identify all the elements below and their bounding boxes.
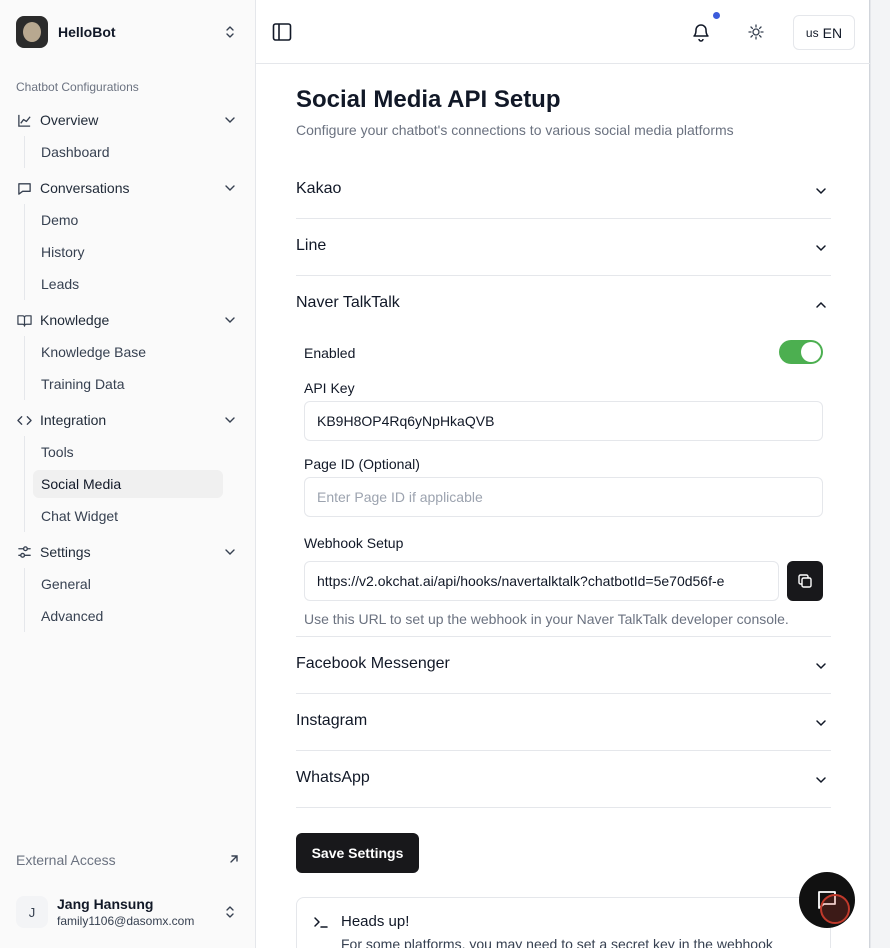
language-selector[interactable]: us EN (793, 15, 855, 50)
nav-group-overview[interactable]: Overview (16, 108, 240, 132)
nav-group-settings[interactable]: Settings (16, 540, 240, 564)
webhook-label: Webhook Setup (304, 535, 404, 551)
chevron-down-icon (225, 549, 235, 555)
nav-group-knowledge[interactable]: Knowledge (16, 308, 240, 332)
bell-icon[interactable] (692, 22, 710, 42)
terminal-icon (314, 917, 328, 928)
accordion-title: Facebook Messenger (296, 655, 450, 672)
sidebar-item-social-media[interactable]: Social Media (33, 470, 223, 498)
sidebar-item-knowledge-base[interactable]: Knowledge Base (33, 338, 223, 366)
nav-group-integration[interactable]: Integration (16, 408, 240, 432)
api-key-label: API Key (304, 380, 355, 396)
nav-divider (24, 568, 25, 632)
page-subtitle: Configure your chatbot's connections to … (296, 122, 734, 138)
enabled-toggle[interactable] (779, 340, 823, 364)
chevron-down-icon (816, 188, 826, 195)
external-access-label: External Access (16, 852, 116, 868)
topbar: us EN (256, 0, 870, 64)
section-label: Chatbot Configurations (16, 80, 139, 94)
page-id-label: Page ID (Optional) (304, 456, 420, 472)
sidebar-item-tools[interactable]: Tools (33, 438, 223, 466)
sidebar-item-demo[interactable]: Demo (33, 206, 223, 234)
chatbot-name: HelloBot (58, 24, 116, 40)
chevron-up-down-icon (226, 906, 234, 918)
nav-divider (24, 204, 25, 300)
accordion-naver-talktalk: Naver TalkTalk Enabled API Key Page ID (… (296, 276, 831, 637)
accordion-kakao[interactable]: Kakao (296, 162, 831, 219)
sidebar-item-advanced[interactable]: Advanced (33, 602, 223, 630)
code-icon (16, 412, 32, 428)
sidebar-item-history[interactable]: History (33, 238, 223, 266)
accordion-title: Kakao (296, 180, 342, 197)
book-icon (16, 312, 32, 328)
flag-us-icon: us (805, 25, 819, 40)
nav-group-label: Conversations (40, 180, 130, 196)
language-code: EN (822, 24, 843, 41)
accordion-line[interactable]: Line (296, 219, 831, 276)
chevron-down-icon (816, 245, 826, 252)
api-key-input[interactable] (304, 401, 823, 441)
webhook-hint: Use this URL to set up the webhook in yo… (304, 611, 789, 627)
background-window-edge (871, 0, 890, 948)
main-panel: us EN Social Media API Setup Configure y… (256, 0, 870, 948)
nav-group-label: Integration (40, 412, 107, 428)
sidebar-item-leads[interactable]: Leads (33, 270, 223, 298)
chevron-down-icon (225, 185, 235, 191)
external-access-link[interactable]: External Access (16, 850, 240, 870)
alert-text: For some platforms, you may need to set … (341, 936, 773, 948)
chevron-down-icon (816, 720, 826, 727)
nav-divider (24, 136, 25, 168)
arrow-up-right-icon (230, 855, 238, 863)
user-email: family1106@dasomx.com (57, 914, 195, 928)
accordion-whatsapp[interactable]: WhatsApp (296, 751, 831, 808)
avatar: J (16, 896, 48, 928)
chevron-down-icon (225, 417, 235, 423)
sidebar-toggle-icon[interactable] (272, 22, 292, 42)
chevron-up-down-icon (226, 26, 234, 38)
naver-settings-form: Enabled API Key Page ID (Optional) Webho… (304, 332, 823, 632)
chevron-down-icon (225, 317, 235, 323)
accordion-facebook-messenger[interactable]: Facebook Messenger (296, 637, 831, 694)
sidebar-item-chat-widget[interactable]: Chat Widget (33, 502, 223, 530)
chevron-down-icon (816, 777, 826, 784)
accordion-title[interactable]: Naver TalkTalk (296, 294, 400, 312)
accordion-title: Instagram (296, 712, 368, 729)
copy-webhook-button[interactable] (787, 561, 823, 601)
nav-divider (24, 436, 25, 532)
user-name: Jang Hansung (57, 896, 154, 912)
chevron-down-icon (816, 663, 826, 670)
sidebar: HelloBot Chatbot Configurations Overview… (0, 0, 256, 948)
copy-icon (798, 574, 812, 588)
nav-divider (24, 336, 25, 400)
sliders-icon (16, 544, 32, 560)
save-settings-button[interactable]: Save Settings (296, 833, 419, 873)
chevron-down-icon (225, 117, 235, 123)
nav-group-label: Overview (40, 112, 99, 128)
sidebar-item-general[interactable]: General (33, 570, 223, 598)
enabled-label: Enabled (304, 345, 356, 361)
sidebar-item-training-data[interactable]: Training Data (33, 370, 223, 398)
alert-title: Heads up! (341, 913, 410, 930)
sidebar-item-dashboard[interactable]: Dashboard (33, 138, 223, 166)
user-menu[interactable]: J Jang Hansung family1106@dasomx.com (16, 892, 240, 932)
page-title: Social Media API Setup (296, 86, 561, 113)
nav-group-label: Settings (40, 544, 91, 560)
page-id-input[interactable] (304, 477, 823, 517)
message-icon (16, 180, 32, 196)
nav-group-label: Knowledge (40, 312, 110, 328)
heads-up-alert: Heads up! For some platforms, you may ne… (296, 897, 831, 948)
chatbot-switcher[interactable]: HelloBot (16, 16, 240, 48)
chevron-up-icon[interactable] (815, 299, 827, 311)
accordion-title: Line (296, 237, 327, 254)
webhook-url-input[interactable] (304, 561, 779, 601)
chart-icon (16, 112, 32, 128)
notification-dot (713, 12, 720, 19)
nav-group-conversations[interactable]: Conversations (16, 176, 240, 200)
recording-indicator (820, 894, 850, 924)
sun-icon[interactable] (748, 24, 764, 40)
accordion-instagram[interactable]: Instagram (296, 694, 831, 751)
accordion-title: WhatsApp (296, 769, 370, 786)
chatbot-avatar (16, 16, 48, 48)
